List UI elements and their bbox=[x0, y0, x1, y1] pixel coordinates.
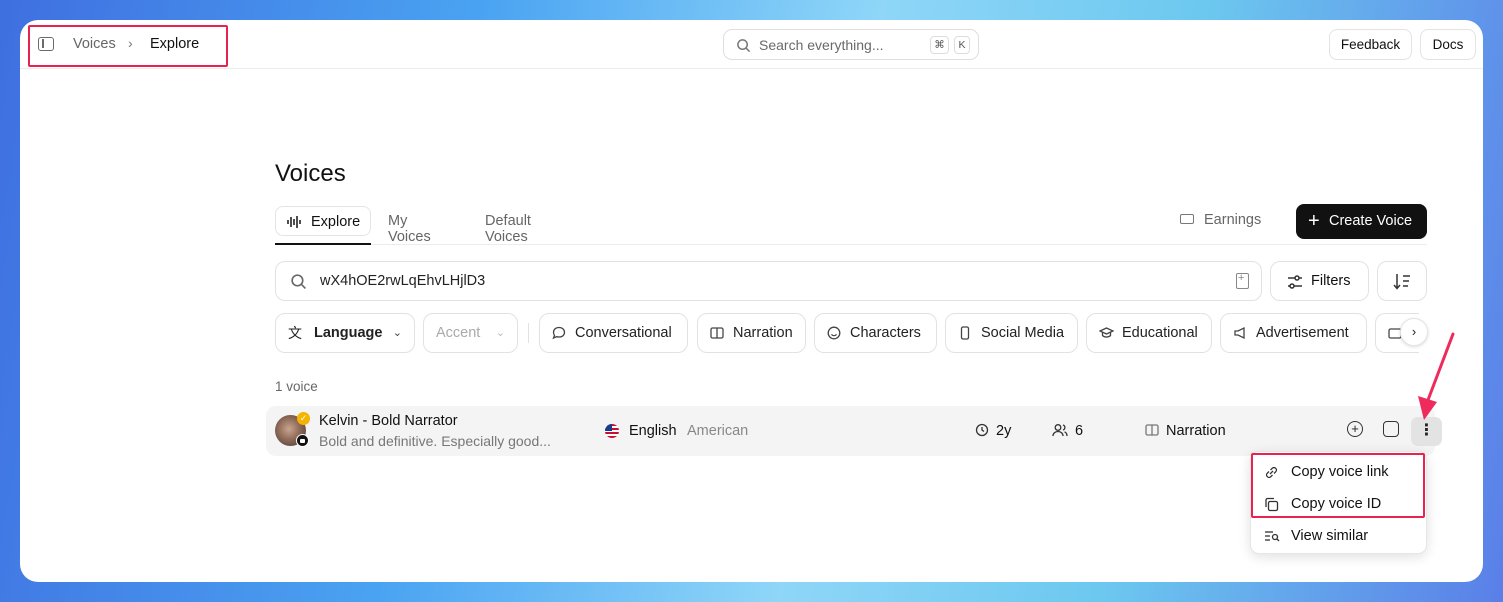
book-icon bbox=[1145, 424, 1159, 436]
annotation-arrow-icon bbox=[1418, 332, 1455, 420]
chip-characters[interactable]: Characters bbox=[814, 313, 937, 353]
menu-view-similar[interactable]: View similar bbox=[1251, 520, 1426, 552]
shortcut-k-key: K bbox=[954, 36, 970, 54]
plus-circle-icon: + bbox=[1347, 420, 1363, 437]
tabs-divider bbox=[275, 244, 1427, 245]
chip-label: Advertisement bbox=[1256, 325, 1349, 341]
voice-category: Narration bbox=[1145, 423, 1226, 439]
shortcut-cmd-key: ⌘ bbox=[930, 36, 949, 54]
users-icon bbox=[1052, 424, 1068, 437]
plus-icon: + bbox=[1308, 210, 1320, 232]
tab-explore[interactable]: Explore bbox=[275, 206, 371, 236]
voice-language: English bbox=[629, 423, 677, 439]
graduation-cap-icon bbox=[1099, 327, 1114, 338]
chip-divider bbox=[528, 323, 529, 343]
waveform-icon bbox=[287, 216, 301, 228]
chip-advertisement[interactable]: Advertisement bbox=[1220, 313, 1367, 353]
language-label: Language bbox=[314, 325, 383, 341]
verified-badge-icon: ✓ bbox=[297, 412, 310, 425]
search-placeholder: Search everything... bbox=[759, 37, 884, 53]
tab-default-voices[interactable]: Default Voices bbox=[485, 213, 531, 245]
app-window: Voices › Explore Search everything... ⌘ … bbox=[20, 20, 1483, 582]
chip-label: Social Media bbox=[981, 325, 1065, 341]
upload-file-icon[interactable] bbox=[1236, 272, 1249, 289]
voice-search-value: wX4hOE2rwLqEhvLHjlD3 bbox=[320, 273, 486, 289]
voice-row[interactable]: ✓ Kelvin - Bold Narrator Bold and defini… bbox=[266, 406, 1442, 456]
docs-button[interactable]: Docs bbox=[1420, 29, 1476, 60]
voice-age: 2y bbox=[974, 423, 1011, 439]
chevron-down-icon: ⌄ bbox=[392, 327, 402, 339]
page-title: Voices bbox=[275, 160, 346, 187]
tab-explore-label: Explore bbox=[311, 214, 361, 230]
history-icon bbox=[975, 424, 989, 437]
breadcrumb-separator-icon: › bbox=[128, 35, 133, 51]
active-tab-indicator bbox=[275, 243, 371, 245]
menu-highlight-box bbox=[1251, 453, 1425, 518]
voice-category-value: Narration bbox=[1166, 423, 1226, 439]
chip-educational[interactable]: Educational bbox=[1086, 313, 1212, 353]
create-voice-label: Create Voice bbox=[1329, 213, 1413, 229]
filters-button[interactable]: Filters bbox=[1270, 261, 1369, 301]
sort-icon bbox=[1393, 274, 1410, 290]
feedback-button[interactable]: Feedback bbox=[1329, 29, 1412, 60]
voice-description: Bold and definitive. Especially good... bbox=[319, 433, 551, 449]
filters-icon bbox=[1288, 275, 1302, 289]
voice-age-value: 2y bbox=[996, 423, 1012, 439]
earnings-link[interactable]: Earnings bbox=[1180, 212, 1261, 228]
us-flag-icon bbox=[605, 424, 619, 438]
chip-narration[interactable]: Narration bbox=[697, 313, 806, 353]
breadcrumb-voices[interactable]: Voices bbox=[73, 36, 116, 52]
results-count: 1 voice bbox=[275, 379, 318, 394]
translate-icon: 文 bbox=[288, 325, 302, 341]
sort-button[interactable] bbox=[1377, 261, 1427, 301]
voice-name[interactable]: Kelvin - Bold Narrator bbox=[319, 413, 458, 429]
global-search-input[interactable]: Search everything... ⌘ K bbox=[723, 29, 979, 60]
accent-dropdown[interactable]: Accent ⌄ bbox=[423, 313, 518, 353]
language-dropdown[interactable]: 文 Language ⌄ bbox=[275, 313, 415, 353]
voice-sample-button[interactable] bbox=[1378, 418, 1404, 444]
chip-label: Characters bbox=[850, 325, 921, 341]
chat-bubble-icon bbox=[552, 326, 566, 340]
smiley-icon bbox=[827, 326, 841, 340]
voice-preview-icon bbox=[1383, 420, 1399, 437]
voice-search-input[interactable]: wX4hOE2rwLqEhvLHjlD3 bbox=[275, 261, 1262, 301]
create-voice-button[interactable]: + Create Voice bbox=[1296, 204, 1427, 239]
filters-label: Filters bbox=[1311, 273, 1351, 289]
accent-label: Accent bbox=[436, 325, 481, 341]
lock-icon bbox=[296, 434, 309, 447]
voice-users-value: 6 bbox=[1075, 423, 1084, 439]
megaphone-icon bbox=[1234, 326, 1245, 340]
chip-label: Educational bbox=[1122, 325, 1198, 341]
phone-icon bbox=[960, 326, 970, 340]
earnings-label: Earnings bbox=[1204, 212, 1262, 228]
top-bar: Voices › Explore Search everything... ⌘ … bbox=[20, 20, 1483, 69]
search-list-icon bbox=[1265, 531, 1280, 542]
menu-item-label: View similar bbox=[1291, 528, 1369, 544]
search-icon bbox=[737, 39, 751, 53]
voice-users: 6 bbox=[1052, 423, 1083, 439]
tab-my-voices[interactable]: My Voices bbox=[388, 213, 431, 245]
chip-conversational[interactable]: Conversational bbox=[539, 313, 688, 353]
voice-accent: American bbox=[687, 423, 749, 439]
earnings-icon bbox=[1180, 214, 1194, 225]
add-voice-button[interactable]: + bbox=[1342, 418, 1368, 444]
book-icon bbox=[710, 327, 724, 339]
chevron-down-icon: ⌄ bbox=[495, 327, 505, 339]
sidebar-toggle-icon[interactable] bbox=[38, 37, 54, 51]
chip-label: Narration bbox=[733, 325, 793, 341]
search-icon bbox=[291, 274, 306, 289]
breadcrumb-explore: Explore bbox=[150, 36, 200, 52]
chip-social-media[interactable]: Social Media bbox=[945, 313, 1078, 353]
chip-label: Conversational bbox=[575, 325, 672, 341]
